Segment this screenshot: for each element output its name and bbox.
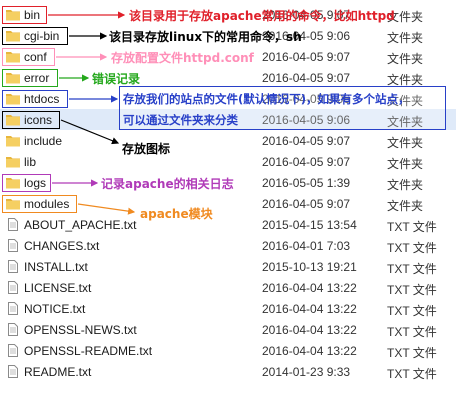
file-name: README.txt (24, 365, 92, 379)
text-file-icon (8, 281, 18, 294)
file-row-readme[interactable]: README.txt 2014-01-23 9:33 TXT 文件 (0, 361, 456, 382)
file-type: TXT 文件 (387, 262, 437, 276)
folder-row-lib[interactable]: lib 2016-04-05 9:07 文件夹 (0, 151, 456, 172)
modified-date: 2016-04-01 7:03 (262, 239, 351, 253)
text-file-icon (8, 323, 18, 336)
text-file-icon (8, 302, 18, 315)
file-name: ABOUT_APACHE.txt (24, 218, 137, 232)
modified-date: 2015-10-13 19:21 (262, 260, 357, 274)
folder-icon (6, 157, 20, 168)
file-name: OPENSSL-NEWS.txt (24, 323, 137, 337)
file-row-install[interactable]: INSTALL.txt 2015-10-13 19:21 TXT 文件 (0, 256, 456, 277)
file-type: TXT 文件 (387, 283, 437, 297)
file-name: CHANGES.txt (24, 239, 100, 253)
annotation-modules: apache模块 (140, 207, 213, 221)
modified-date: 2016-04-05 9:07 (262, 134, 351, 148)
file-row-openssl-readme[interactable]: OPENSSL-README.txt 2016-04-04 13:22 TXT … (0, 340, 456, 361)
modified-date: 2016-04-05 9:07 (262, 71, 351, 85)
annotation-htdocs-line1: 存放我们的站点的文件(默认情况下)，如果有多个站点， (123, 92, 410, 106)
highlight-box-bin (2, 6, 47, 24)
file-row-openssl-news[interactable]: OPENSSL-NEWS.txt 2016-04-04 13:22 TXT 文件 (0, 319, 456, 340)
annotation-error: 错误记录 (92, 72, 141, 86)
folder-row-include[interactable]: include 2016-04-05 9:07 文件夹 (0, 130, 456, 151)
file-type: TXT 文件 (387, 241, 437, 255)
folder-icon (6, 136, 20, 147)
file-name: LICENSE.txt (24, 281, 92, 295)
highlight-box-htdocs (2, 90, 68, 108)
highlight-box-cgi-bin (2, 27, 68, 45)
file-row-license[interactable]: LICENSE.txt 2016-04-04 13:22 TXT 文件 (0, 277, 456, 298)
file-row-about-apache[interactable]: ABOUT_APACHE.txt 2015-04-15 13:54 TXT 文件 (0, 214, 456, 235)
highlight-box-conf (2, 48, 55, 66)
modified-date: 2016-04-04 13:22 (262, 281, 357, 295)
file-name: INSTALL.txt (24, 260, 88, 274)
modified-date: 2016-04-05 9:07 (262, 197, 351, 211)
annotation-cgi-bin: 该目录存放linux下的常用命令，sh (109, 30, 302, 44)
file-type: 文件夹 (387, 31, 424, 45)
annotation-conf: 存放配置文件httpd.conf (111, 51, 254, 65)
modified-date: 2016-04-05 9:07 (262, 50, 351, 64)
annotation-bin: 该目录用于存放apache常用的命令，比如httpd (129, 9, 395, 23)
modified-date: 2016-04-05 9:07 (262, 155, 351, 169)
file-name: OPENSSL-README.txt (24, 344, 153, 358)
file-row-notice[interactable]: NOTICE.txt 2016-04-04 13:22 TXT 文件 (0, 298, 456, 319)
text-file-icon (8, 239, 18, 252)
annotation-logs: 记录apache的相关日志 (101, 177, 234, 191)
file-type: 文件夹 (387, 52, 424, 66)
file-row-changes[interactable]: CHANGES.txt 2016-04-01 7:03 TXT 文件 (0, 235, 456, 256)
file-type: TXT 文件 (387, 304, 437, 318)
modified-date: 2016-04-04 13:22 (262, 344, 357, 358)
modified-date: 2014-01-23 9:33 (262, 365, 351, 379)
annotation-htdocs-line2: 可以通过文件夹来分类 (123, 113, 238, 127)
text-file-icon (8, 365, 18, 378)
file-type: 文件夹 (387, 157, 424, 171)
file-name: NOTICE.txt (24, 302, 86, 316)
modified-date: 2016-04-04 13:22 (262, 323, 357, 337)
highlight-box-logs (2, 174, 51, 192)
text-file-icon (8, 260, 18, 273)
file-type: TXT 文件 (387, 367, 437, 381)
modified-date: 2016-05-05 1:39 (262, 176, 351, 190)
file-type: 文件夹 (387, 178, 424, 192)
file-type: TXT 文件 (387, 346, 437, 360)
modified-date: 2016-04-04 13:22 (262, 302, 357, 316)
modified-date: 2015-04-15 13:54 (262, 218, 357, 232)
file-type: 文件夹 (387, 136, 424, 150)
highlight-box-icons (2, 111, 60, 129)
text-file-icon (8, 344, 18, 357)
folder-row-error[interactable]: error 2016-04-05 9:07 文件夹 (0, 67, 456, 88)
highlight-box-error (2, 69, 58, 87)
highlight-box-modules (2, 195, 77, 213)
annotation-icons: 存放图标 (122, 142, 171, 156)
file-type: TXT 文件 (387, 325, 437, 339)
file-type: TXT 文件 (387, 220, 437, 234)
folder-name: include (24, 134, 63, 148)
folder-name: lib (24, 155, 37, 169)
text-file-icon (8, 218, 18, 231)
file-type: 文件夹 (387, 199, 424, 213)
